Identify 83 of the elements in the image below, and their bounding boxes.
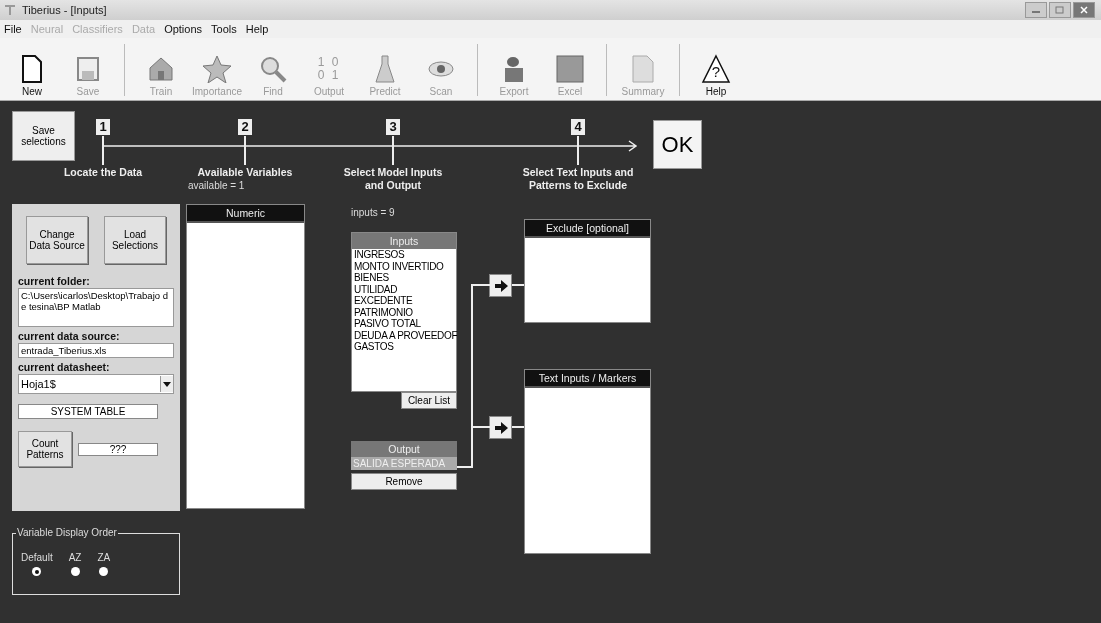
restore-icon (1055, 6, 1065, 14)
radio-label: AZ (68, 552, 82, 563)
datasheet-dropdown[interactable]: Hoja1$ (18, 374, 174, 394)
step-connector (392, 136, 394, 165)
menu-item[interactable]: File (4, 23, 22, 35)
step-label: Locate the Data (62, 166, 144, 179)
app-icon (4, 4, 16, 16)
available-count: available = 1 (188, 180, 245, 191)
binary-icon: 1 0 0 1 (317, 56, 341, 82)
list-item[interactable]: INGRESOS (352, 249, 456, 261)
list-item[interactable]: PASIVO TOTAL (352, 318, 456, 330)
list-item[interactable]: GASTOS (352, 341, 456, 353)
exclude-list[interactable]: Exclude [optional] (524, 219, 651, 323)
radio-button[interactable] (99, 567, 109, 576)
flask-icon (374, 54, 396, 84)
minimize-button[interactable] (1025, 2, 1047, 18)
close-icon (1079, 6, 1089, 14)
house-icon (147, 55, 175, 83)
menu-item[interactable]: Options (164, 23, 203, 35)
list-header: Inputs (352, 233, 456, 249)
caret-icon (163, 381, 171, 387)
data-source-field[interactable]: entrada_Tiberius.xls (18, 343, 174, 358)
field-label: current data source: (18, 330, 121, 342)
menu-item[interactable]: Tools (211, 23, 237, 35)
floppy-icon (76, 56, 100, 82)
step-connector (577, 136, 579, 165)
document-icon (21, 55, 43, 83)
move-right-button[interactable] (489, 416, 512, 439)
sheet-icon (556, 55, 584, 83)
arrow-icon (493, 279, 508, 292)
folder-field[interactable]: C:\Users\icarlos\Desktop\Trabajo de tesina\BP Matlab (18, 288, 174, 327)
text-inputs-list[interactable]: Text Inputs / Markers (524, 369, 651, 554)
report-icon (631, 55, 655, 83)
group-title: Variable Display Order (16, 527, 118, 538)
radio-label: ZA (97, 552, 111, 563)
toolbar-button[interactable]: New (6, 40, 58, 100)
list-header: Output (351, 441, 457, 457)
list-item[interactable]: PATRIMONIO (352, 306, 456, 318)
numeric-list[interactable]: Numeric (186, 204, 305, 509)
system-table-field: SYSTEM TABLE (18, 404, 158, 419)
list-item[interactable]: DEUDA A PROVEEDOF (352, 329, 456, 341)
radio-button[interactable] (32, 567, 42, 576)
move-right-button[interactable] (489, 274, 512, 297)
step-label: Select Text Inputs and Patterns to Exclude (521, 166, 635, 192)
step-connector (102, 136, 104, 165)
list-item[interactable]: BIENES (352, 272, 456, 284)
clear-list-button[interactable]: Clear List (401, 392, 457, 409)
step-connector (244, 136, 246, 165)
list-header: Text Inputs / Markers (525, 370, 650, 388)
ok-button[interactable]: OK (653, 120, 702, 169)
search-icon (259, 55, 287, 83)
count-patterns-button[interactable]: Count Patterns (18, 431, 72, 467)
step-number: 1 (96, 119, 110, 135)
eye-icon (428, 61, 454, 77)
list-header: Numeric (187, 205, 304, 223)
pattern-count-field: ??? (78, 442, 158, 456)
toolbar-button[interactable]: ? Help (690, 40, 742, 100)
inputs-list[interactable]: Inputs INGRESOS MONTO INVERTIDO BIENES UTILIDAD EXCEDENTE PATRIMONIO PASIVO TOTAL DEUDA A PROVEEDOF GASTOS (351, 232, 457, 392)
field-label: current datasheet: (18, 361, 111, 373)
inputs-count: inputs = 9 (351, 207, 395, 218)
step-number: 3 (386, 119, 400, 135)
radio-button[interactable] (70, 567, 80, 576)
window-title: Tiberius - [Inputs] (22, 4, 107, 16)
step-number: 4 (571, 119, 585, 135)
field-label: current folder: (18, 275, 91, 287)
close-button[interactable] (1073, 2, 1095, 18)
list-header: Exclude [optional] (525, 220, 650, 238)
star-icon (202, 55, 232, 83)
radio-label: Default (21, 552, 53, 563)
save-selections-button[interactable]: Save selections (12, 111, 75, 161)
step-label: Available Variables (196, 166, 294, 179)
step-number: 2 (238, 119, 252, 135)
list-item[interactable]: UTILIDAD (352, 283, 456, 295)
load-selections-button[interactable]: Load Selections (104, 216, 166, 264)
menu-item[interactable]: Help (245, 23, 269, 35)
output-list[interactable]: Output SALIDA ESPERADA (351, 441, 457, 470)
list-item[interactable]: MONTO INVERTIDO (352, 260, 456, 272)
remove-button[interactable]: Remove (351, 473, 457, 490)
change-data-source-button[interactable]: Change Data Source (26, 216, 88, 264)
help-icon: ? (701, 54, 731, 84)
arrow-icon (493, 421, 508, 434)
step-label: Select Model Inputs and Output (343, 166, 443, 192)
list-item[interactable]: EXCEDENTE (352, 295, 456, 307)
